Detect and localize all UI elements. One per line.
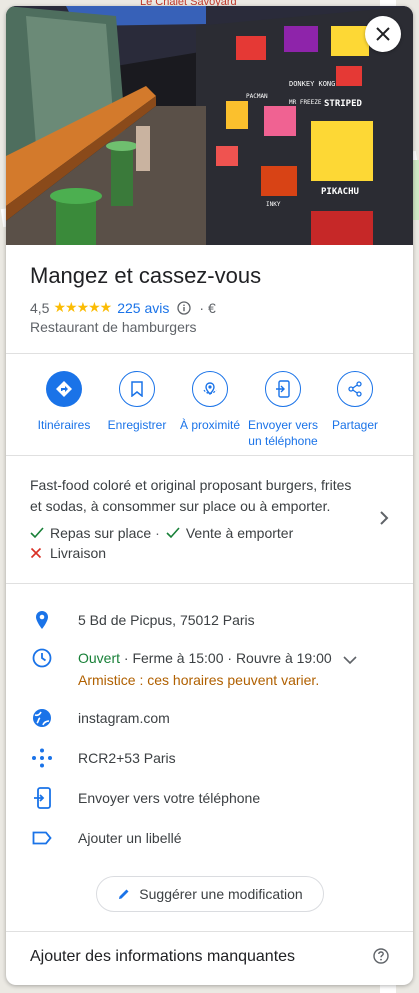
nearby-label: À proximité [179, 418, 241, 432]
rating-row: 4,5 ★★★★★ 225 avis · € [30, 299, 216, 316]
directions-label: Itinéraires [37, 418, 91, 432]
suggest-edit-button[interactable]: Suggérer une modification [96, 876, 324, 912]
info-icon[interactable] [177, 300, 192, 315]
chevron-right-icon[interactable] [379, 511, 389, 530]
check-icon [30, 527, 44, 539]
hours-row[interactable]: Ouvert · Ferme à 15:00 · Rouvre à 19:00 [6, 648, 413, 668]
hero-sign-6: INKY [266, 201, 281, 208]
bookmark-icon [131, 381, 143, 397]
reviews-link[interactable]: 225 avis [117, 300, 169, 316]
suggest-edit-label: Suggérer une modification [139, 886, 303, 902]
plus-code-row[interactable]: RCR2+53 Paris [6, 748, 413, 768]
service-delivery: Livraison [30, 545, 106, 561]
save-label: Enregistrer [107, 418, 167, 432]
action-bar: Itinéraires Enregistrer À proximité Envo… [6, 371, 413, 451]
share-label: Partager [331, 418, 379, 432]
globe-icon [6, 708, 78, 728]
help-icon[interactable] [373, 948, 389, 969]
takeaway-label: Vente à emporter [185, 525, 294, 541]
divider [6, 353, 413, 354]
directions-button[interactable]: Itinéraires [24, 371, 104, 433]
clock-icon [6, 648, 78, 668]
divider [6, 583, 413, 584]
add-label-row[interactable]: Ajouter un libellé [6, 828, 413, 848]
rating-value: 4,5 [30, 299, 50, 316]
send-to-phone-icon [6, 787, 78, 809]
hours-warning: Armistice : ces horaires peuvent varier. [78, 672, 320, 688]
chevron-down-icon[interactable] [343, 652, 357, 670]
hero-sign-4: STRIPED [324, 99, 363, 109]
send-to-phone-button[interactable]: Envoyer vers un téléphone [243, 371, 323, 449]
address-row[interactable]: 5 Bd de Picpus, 75012 Paris [6, 610, 413, 630]
nearby-icon [203, 382, 217, 396]
website-row[interactable]: instagram.com [6, 708, 413, 728]
place-category[interactable]: Restaurant de hamburgers [30, 319, 197, 335]
dine-in-label: Repas sur place [50, 525, 152, 541]
label-icon [6, 831, 78, 845]
directions-icon [56, 381, 72, 397]
hero-sign-1: DONKEY KONG [289, 80, 335, 88]
address-text: 5 Bd de Picpus, 75012 Paris [78, 612, 255, 628]
website-link: instagram.com [78, 710, 170, 726]
place-description[interactable]: Fast-food coloré et original proposant b… [30, 475, 360, 517]
plus-code-icon [6, 748, 78, 768]
divider [6, 455, 413, 456]
price-level: · € [199, 299, 216, 316]
close-button[interactable] [365, 16, 401, 52]
hero-sign-2: PACMAN [246, 93, 268, 100]
save-button[interactable]: Enregistrer [97, 371, 177, 433]
send-to-phone-icon [276, 380, 290, 398]
share-button[interactable]: Partager [315, 371, 395, 433]
hero-sign-3: MR FREEZE [289, 99, 322, 106]
hero-sign-5: PIKACHU [321, 187, 359, 197]
rating-stars: ★★★★★ [53, 299, 112, 315]
hours-detail: · Ferme à 15:00 · Rouvre à 19:00 [123, 650, 332, 666]
send-to-phone-label: Envoyer vers un téléphone [247, 418, 319, 448]
add-label-text: Ajouter un libellé [78, 830, 182, 846]
missing-info-heading: Ajouter des informations manquantes [30, 948, 296, 965]
send-phone-row[interactable]: Envoyer vers votre téléphone [6, 787, 413, 809]
divider [6, 931, 413, 932]
cross-icon [30, 547, 44, 559]
delivery-label: Livraison [50, 545, 107, 561]
send-phone-text: Envoyer vers votre téléphone [78, 790, 261, 806]
close-icon [376, 27, 390, 41]
separator: · [155, 525, 160, 541]
check-icon [166, 527, 180, 539]
plus-code-text: RCR2+53 Paris [78, 750, 176, 766]
place-panel: DONKEY KONG PACMAN MR FREEZE STRIPED PIK… [6, 6, 413, 985]
hours-status: Ouvert [78, 650, 121, 666]
place-photo[interactable]: DONKEY KONG PACMAN MR FREEZE STRIPED PIK… [6, 6, 413, 245]
place-title: Mangez et cassez-vous [30, 263, 262, 288]
share-icon [348, 381, 362, 397]
service-options: Repas sur place · Vente à emporter [30, 525, 293, 541]
nearby-button[interactable]: À proximité [170, 371, 250, 433]
location-pin-icon [6, 610, 78, 630]
pencil-icon [119, 889, 129, 899]
